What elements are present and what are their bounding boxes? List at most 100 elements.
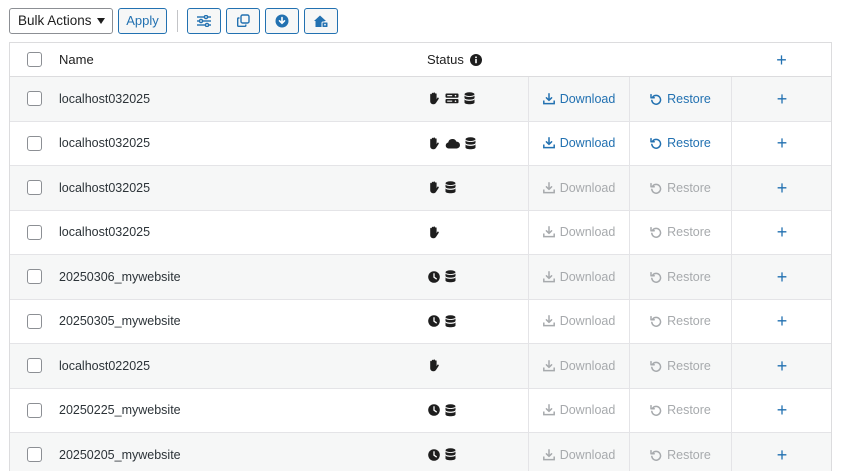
download-button[interactable]: Download <box>528 166 629 210</box>
plus-icon: + <box>776 177 788 198</box>
column-name-header: Name <box>59 52 94 67</box>
apply-button[interactable]: Apply <box>118 7 167 34</box>
download-button[interactable]: Download <box>528 344 629 388</box>
row-more-button[interactable]: + <box>731 121 832 165</box>
restore-button[interactable]: Restore <box>629 255 731 299</box>
clock-icon <box>428 270 440 283</box>
restore-button[interactable]: Restore <box>629 121 731 165</box>
backup-name: localhost022025 <box>59 358 151 373</box>
download-button[interactable]: Download <box>528 388 629 432</box>
filter-button[interactable] <box>187 7 221 34</box>
restore-icon <box>650 182 662 194</box>
plus-icon: + <box>776 133 788 154</box>
database-icon <box>445 270 456 283</box>
restore-icon <box>650 316 662 328</box>
row-checkbox[interactable] <box>27 402 42 418</box>
download-icon <box>542 359 555 372</box>
row-more-button[interactable]: + <box>731 255 832 299</box>
hand-icon <box>428 181 440 194</box>
status-icons <box>428 137 476 150</box>
plus-icon: + <box>776 444 788 465</box>
hand-icon <box>428 359 440 372</box>
restore-button[interactable]: Restore <box>629 210 731 254</box>
restore-button[interactable]: Restore <box>629 166 731 210</box>
info-icon[interactable] <box>469 53 482 66</box>
site-lock-button[interactable] <box>304 7 338 34</box>
home-lock-icon <box>314 15 329 28</box>
row-checkbox[interactable] <box>27 180 42 196</box>
hand-icon <box>428 137 440 150</box>
restore-button[interactable]: Restore <box>629 433 731 471</box>
download-label: Download <box>559 136 616 151</box>
restore-icon <box>650 405 662 417</box>
backup-name: localhost032025 <box>59 136 151 151</box>
download-icon <box>542 137 555 149</box>
copy-button[interactable] <box>226 7 260 34</box>
row-checkbox[interactable] <box>27 313 42 329</box>
download-icon <box>542 181 555 194</box>
download-button[interactable]: Download <box>528 77 629 121</box>
download-button[interactable]: Download <box>528 255 629 299</box>
restore-label: Restore <box>667 447 711 462</box>
download-button[interactable]: Download <box>528 299 629 343</box>
status-icons <box>428 359 440 372</box>
restore-button[interactable]: Restore <box>629 299 731 343</box>
row-more-button[interactable]: + <box>731 344 832 388</box>
backup-name: localhost032025 <box>59 91 151 106</box>
status-icons <box>428 448 456 461</box>
restore-icon <box>650 271 662 283</box>
download-icon <box>542 404 555 416</box>
backup-name: 20250205_mywebsite <box>59 447 181 462</box>
table-row: 20250306_mywebsite Download Restore + <box>10 255 831 300</box>
row-checkbox[interactable] <box>27 91 42 107</box>
download-icon <box>542 315 555 327</box>
restore-button[interactable]: Restore <box>629 77 731 121</box>
database-icon <box>445 448 456 461</box>
restore-label: Restore <box>667 136 711 151</box>
row-checkbox[interactable] <box>27 135 42 151</box>
download-button[interactable]: Download <box>528 210 629 254</box>
download-label: Download <box>559 314 616 329</box>
row-more-button[interactable]: + <box>731 299 832 343</box>
table-row: 20250305_mywebsite Download Restore + <box>10 299 832 344</box>
download-all-button[interactable] <box>265 7 299 34</box>
restore-icon <box>650 138 662 150</box>
bulk-actions-select[interactable]: Bulk Actions <box>9 7 113 34</box>
restore-button[interactable]: Restore <box>629 344 731 388</box>
chevron-down-icon <box>97 17 105 24</box>
download-icon <box>542 92 555 105</box>
restore-button[interactable]: Restore <box>629 388 731 432</box>
row-checkbox[interactable] <box>27 224 42 240</box>
hand-icon <box>428 92 440 105</box>
row-more-button[interactable]: + <box>731 210 832 254</box>
table-row: 20250225_mywebsite Download Restore + <box>10 388 832 433</box>
download-label: Download <box>559 403 616 418</box>
download-button[interactable]: Download <box>528 433 629 471</box>
table-body: localhost032025 Download Restore + localhost… <box>10 77 831 471</box>
row-more-button[interactable]: + <box>731 433 832 471</box>
toolbar: Bulk Actions Apply <box>9 7 343 34</box>
status-icons <box>428 92 475 105</box>
row-more-button[interactable]: + <box>731 77 832 121</box>
add-column-button[interactable]: + <box>731 51 832 69</box>
table-row: 20250205_mywebsite Download Restore + <box>10 433 831 471</box>
row-more-button[interactable]: + <box>731 388 832 432</box>
row-checkbox[interactable] <box>27 358 42 374</box>
copy-icon <box>236 14 250 27</box>
row-checkbox[interactable] <box>27 269 42 285</box>
plus-icon: + <box>776 88 788 109</box>
restore-label: Restore <box>667 180 711 195</box>
clock-icon <box>428 404 440 417</box>
download-button[interactable]: Download <box>528 121 629 165</box>
select-all-checkbox[interactable] <box>27 52 42 67</box>
download-label: Download <box>559 225 616 240</box>
clock-icon <box>428 448 440 461</box>
database-icon <box>445 181 456 194</box>
restore-icon <box>650 360 662 372</box>
plus-icon: + <box>776 49 787 70</box>
plus-icon: + <box>776 311 788 332</box>
row-more-button[interactable]: + <box>731 166 832 210</box>
row-checkbox[interactable] <box>27 447 42 463</box>
bulk-actions-value: Bulk Actions <box>18 13 92 28</box>
status-icons <box>428 181 456 194</box>
